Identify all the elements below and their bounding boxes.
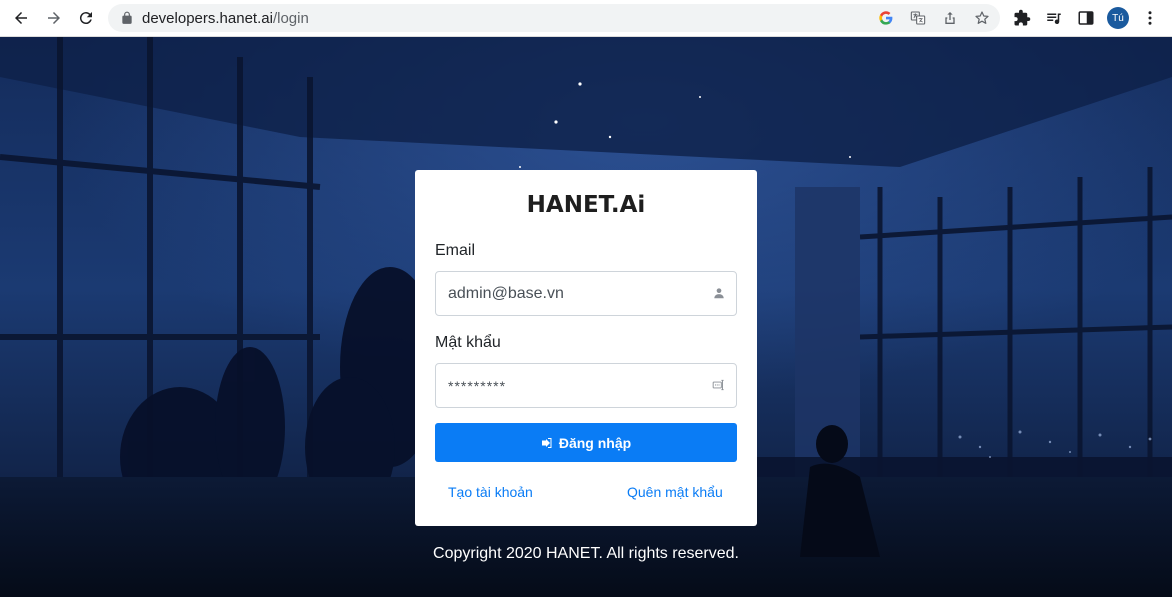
email-field[interactable] — [436, 272, 706, 315]
translate-icon[interactable] — [909, 9, 927, 27]
user-icon — [714, 288, 724, 299]
sign-in-icon — [541, 437, 552, 448]
extensions-icon[interactable] — [1011, 7, 1033, 29]
email-label: Email — [435, 242, 476, 259]
email-field-wrapper — [435, 271, 737, 316]
password-key-icon[interactable] — [712, 378, 726, 392]
address-bar[interactable]: developers.hanet.ai/login — [108, 4, 1000, 32]
hanet-logo: HANET.Ai — [526, 192, 646, 218]
side-panel-icon[interactable] — [1075, 7, 1097, 29]
menu-dots-icon[interactable] — [1139, 7, 1161, 29]
password-label: Mật khẩu — [435, 334, 501, 351]
login-button-label: Đăng nhập — [558, 434, 632, 451]
login-card: HANET.Ai Email Mật khẩu Đăng nhập Tạo tà… — [415, 170, 757, 526]
browser-toolbar: developers.hanet.ai/login Tú — [0, 0, 1172, 37]
lock-icon[interactable] — [120, 11, 134, 25]
forward-icon[interactable] — [42, 6, 66, 30]
back-icon[interactable] — [9, 6, 33, 30]
google-icon[interactable] — [877, 9, 895, 27]
password-field[interactable] — [436, 364, 706, 407]
reload-icon[interactable] — [74, 6, 98, 30]
password-field-wrapper — [435, 363, 737, 408]
create-account-link[interactable]: Tạo tài khoản — [448, 484, 533, 500]
login-button[interactable]: Đăng nhập — [435, 423, 737, 462]
bookmark-star-icon[interactable] — [973, 9, 991, 27]
url-text[interactable]: developers.hanet.ai/login — [142, 10, 309, 27]
url-domain: developers.hanet.ai — [142, 10, 273, 27]
media-queue-icon[interactable] — [1043, 7, 1065, 29]
copyright-text: Copyright 2020 HANET. All rights reserve… — [433, 545, 739, 562]
url-path: /login — [272, 10, 309, 27]
profile-avatar[interactable]: Tú — [1107, 7, 1129, 29]
forgot-password-link[interactable]: Quên mật khẩu — [627, 484, 723, 500]
share-icon[interactable] — [941, 9, 959, 27]
